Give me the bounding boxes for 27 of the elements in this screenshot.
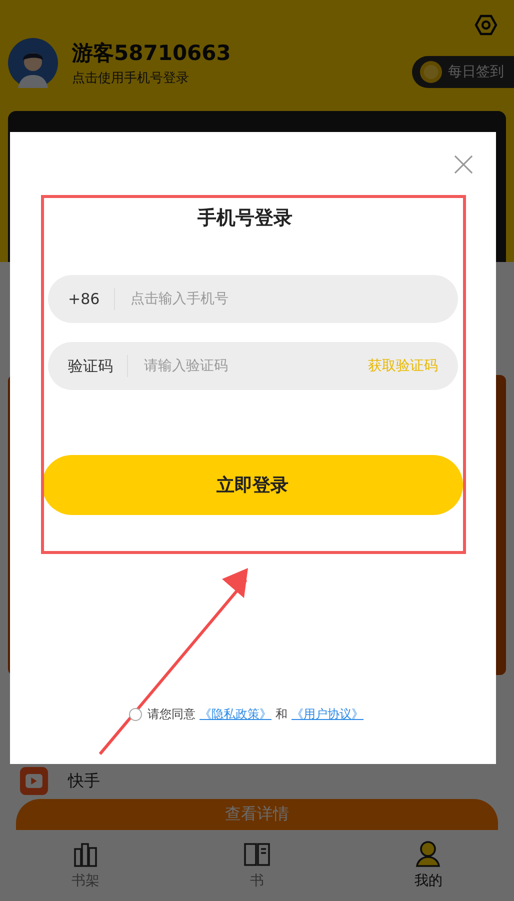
coin-icon xyxy=(420,61,442,83)
username: 游客58710663 xyxy=(72,40,232,67)
agree-text: 请您同意 xyxy=(148,706,196,723)
login-button[interactable]: 立即登录 xyxy=(42,455,463,515)
agree-text: 和 xyxy=(276,706,288,723)
tab[interactable]: 书架 xyxy=(46,830,126,901)
checkin-button[interactable]: 每日签到 xyxy=(412,56,514,88)
privacy-link[interactable]: 《隐私政策》 xyxy=(200,706,272,723)
country-code[interactable]: +86 xyxy=(68,290,100,308)
bookshelf-icon xyxy=(72,840,100,868)
video-app-icon xyxy=(20,767,48,795)
tab[interactable]: 我的 xyxy=(388,830,468,901)
phone-field[interactable]: +86 点击输入手机号 xyxy=(48,275,458,323)
app-name: 快手 xyxy=(68,770,100,792)
details-button[interactable]: 查看详情 xyxy=(16,799,498,830)
code-field[interactable]: 验证码 请输入验证码 获取验证码 xyxy=(48,342,458,390)
settings-icon[interactable] xyxy=(474,13,498,37)
agree-radio[interactable] xyxy=(128,708,142,721)
avatar[interactable] xyxy=(8,38,58,88)
field-label: 验证码 xyxy=(68,356,113,376)
terms-link[interactable]: 《用户协议》 xyxy=(292,706,364,723)
close-icon[interactable] xyxy=(454,155,473,174)
tab[interactable]: 书 xyxy=(216,830,297,901)
book-icon xyxy=(242,840,271,868)
dialog-title: 手机号登录 xyxy=(196,206,294,231)
login-hint[interactable]: 点击使用手机号登录 xyxy=(72,69,412,87)
user-icon xyxy=(414,840,442,868)
